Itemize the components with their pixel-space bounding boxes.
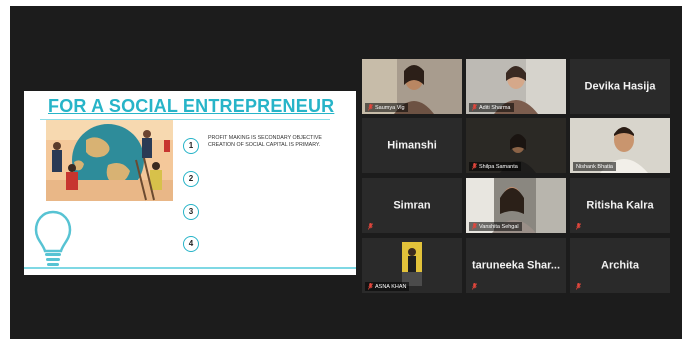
name-tag: Aditi Sharma — [469, 103, 514, 112]
step-marker-2: 2 — [183, 171, 199, 187]
lightbulb-icon — [34, 210, 72, 266]
participant-name: Shilpa Samanta — [479, 163, 518, 170]
name-tag — [469, 282, 482, 291]
name-tag: Saumya Vig — [365, 103, 408, 112]
participant-name-large: Ritisha Kalra — [586, 198, 654, 211]
participant-tile-archita[interactable]: Archita — [570, 238, 670, 293]
participant-tile-ritisha[interactable]: Ritisha Kalra — [570, 178, 670, 233]
step-marker-4: 4 — [183, 236, 199, 252]
slide-bottom-rule — [24, 267, 356, 269]
participant-tile-saumya[interactable]: Saumya Vig — [362, 59, 462, 114]
participant-tile-devika[interactable]: Devika Hasija — [570, 59, 670, 114]
step-marker-3: 3 — [183, 204, 199, 220]
step-marker-1: 1 — [183, 138, 199, 154]
muted-mic-icon — [472, 104, 477, 111]
name-tag: ASNA KHAN — [365, 282, 410, 291]
participant-name: Nishank Bhatia — [576, 163, 613, 170]
muted-mic-icon — [472, 283, 477, 290]
name-tag: Nishank Bhatia — [573, 162, 616, 171]
muted-mic-icon — [472, 163, 477, 170]
muted-mic-icon — [472, 223, 477, 230]
shared-slide: FOR A SOCIAL ENTREPRENEUR 1 2 3 4 PROFIT… — [24, 91, 356, 275]
muted-mic-icon — [576, 283, 581, 290]
muted-mic-icon — [368, 223, 373, 230]
muted-mic-icon — [368, 104, 373, 111]
participant-name-large: Simran — [393, 198, 431, 211]
participant-name-large: Devika Hasija — [584, 79, 656, 92]
objective-text: PROFIT MAKING IS SECONDARY OBJECTIVE CRE… — [208, 135, 322, 148]
participant-name: Aditi Sharma — [479, 104, 511, 111]
slide-title: FOR A SOCIAL ENTREPRENEUR — [48, 96, 335, 116]
meeting-window: FOR A SOCIAL ENTREPRENEUR 1 2 3 4 PROFIT… — [10, 6, 682, 339]
muted-mic-icon — [576, 223, 581, 230]
participant-tile-taruneeka[interactable]: taruneeka Shar... — [466, 238, 566, 293]
participant-name: Saumya Vig — [375, 104, 405, 111]
participant-name-large: Archita — [601, 258, 639, 271]
name-tag: Vanshita Sehgal — [469, 222, 522, 231]
name-tag — [365, 222, 378, 231]
name-tag — [573, 282, 586, 291]
participant-name: ASNA KHAN — [375, 283, 407, 290]
participant-name: Vanshita Sehgal — [479, 223, 519, 230]
participant-tile-vanshita[interactable]: Vanshita Sehgal — [466, 178, 566, 233]
participant-name-large: Himanshi — [387, 138, 437, 151]
muted-mic-icon — [368, 283, 373, 290]
name-tag — [573, 222, 586, 231]
participant-tile-nishank-active-speaker[interactable]: Nishank Bhatia — [570, 118, 670, 173]
name-tag: Shilpa Samanta — [469, 162, 521, 171]
participant-tile-asna[interactable]: ASNA KHAN — [362, 238, 462, 293]
slide-illustration — [46, 120, 173, 201]
participant-name-large: taruneeka Shar... — [471, 258, 561, 271]
participant-tile-himanshi[interactable]: Himanshi — [362, 118, 462, 173]
participant-tile-aditi[interactable]: Aditi Sharma — [466, 59, 566, 114]
participant-tile-shilpa[interactable]: Shilpa Samanta — [466, 118, 566, 173]
participant-tile-simran[interactable]: Simran — [362, 178, 462, 233]
